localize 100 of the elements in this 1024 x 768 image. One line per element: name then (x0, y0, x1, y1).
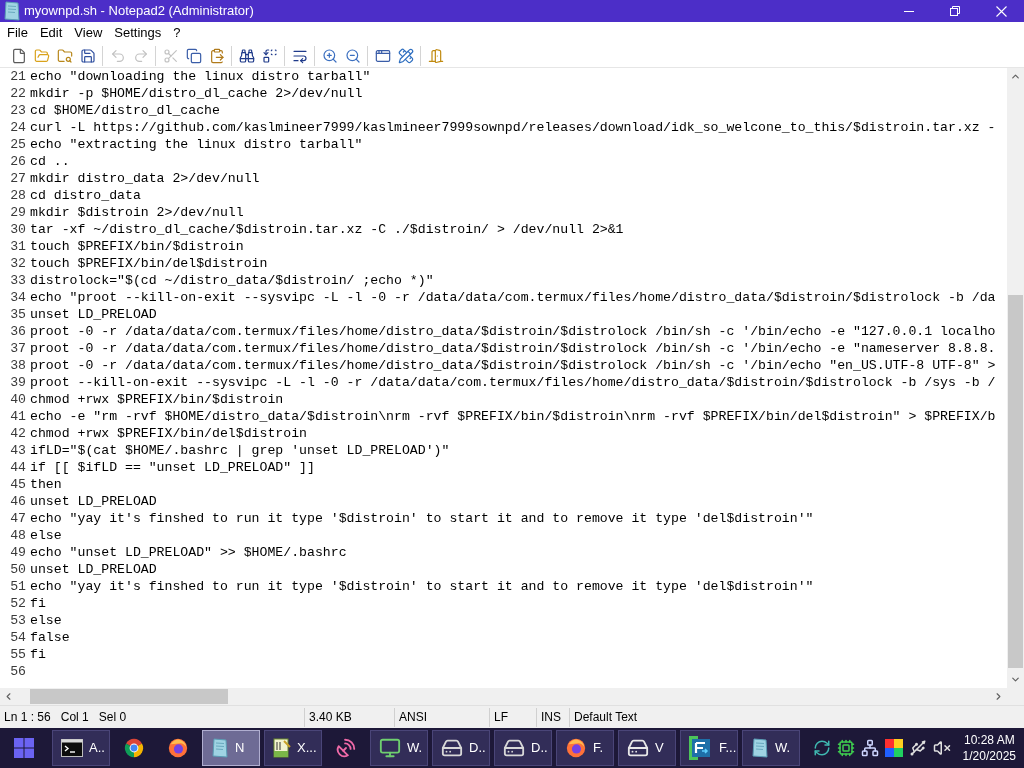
status-text: LF (494, 709, 508, 726)
code-line: echo "downloading the linux distro tarball" (29, 68, 371, 85)
status-text: 3.40 KB (309, 709, 352, 726)
zoom-out-icon (344, 47, 361, 64)
menu-item[interactable]: View (68, 23, 109, 43)
notepad-icon (211, 738, 229, 758)
code-line: echo "extracting the linux distro tarball" (29, 136, 363, 153)
tile-icon (751, 738, 769, 758)
code-line: echo "yay it's finshed to run it type '$distroin' to start it and to remove it type 'del$distroin'" (29, 578, 814, 595)
line-number: 31 (9, 238, 27, 255)
menu-item[interactable]: Settings (108, 23, 168, 43)
arrow-square-icon (689, 736, 713, 760)
cut-icon (162, 47, 179, 64)
code-line: echo -e "rm -rvf $HOME/distro_data/$distroin\nrm -rvf $PREFIX/bin/$distroin\nrm -rvf $PREFIX/bin/del$distroin" > $PREFIX/b (29, 408, 996, 425)
code-line: else (29, 527, 62, 544)
new-file-icon (10, 47, 27, 64)
window-icon (374, 47, 391, 64)
usb-icon[interactable] (908, 739, 927, 757)
line-number: 27 (9, 170, 27, 187)
taskbar-button[interactable]: F... (680, 730, 738, 766)
clock-time: 10:28 AM (963, 732, 1015, 748)
restore-icon (950, 6, 960, 16)
status-text: Col 1 (60, 709, 89, 726)
copy-icon (185, 47, 202, 64)
line-number: 48 (9, 527, 27, 544)
line-number: 32 (9, 255, 27, 272)
exit-door-icon (427, 47, 444, 64)
color-grid-icon[interactable] (884, 739, 903, 757)
caret-down-icon (1010, 674, 1021, 685)
volume-muted-icon[interactable] (932, 739, 951, 757)
line-number: 49 (9, 544, 27, 561)
taskbar-button[interactable]: V (618, 730, 676, 766)
line-number: 40 (9, 391, 27, 408)
replace-icon (261, 47, 278, 64)
taskbar-button[interactable]: N (202, 730, 260, 766)
line-number: 46 (9, 493, 27, 510)
chip-icon[interactable] (836, 739, 855, 757)
network-icon[interactable] (860, 739, 879, 757)
code-line: proot -0 -r /data/data/com.termux/files/home/distro_data/$distroin/$distrolock /bin/sh -c '/bin/echo -e "nameserver 8.8.8. (29, 340, 996, 357)
menu-item[interactable]: Edit (33, 23, 69, 43)
monitor-icon (379, 737, 401, 759)
browser-logo-icon (167, 737, 189, 759)
code-line: mkdir $distroin 2>/dev/null (29, 204, 244, 221)
code-line: fi (29, 595, 46, 612)
line-number: 25 (9, 136, 27, 153)
code-line: then (29, 476, 62, 493)
scrollbar-thumb[interactable] (1008, 295, 1023, 668)
terminal-icon (61, 739, 83, 757)
minimize-icon (904, 10, 914, 12)
open-folder-icon (33, 47, 50, 64)
line-number: 44 (9, 459, 27, 476)
save-icon (79, 47, 96, 64)
code-line: cd distro_data (29, 187, 141, 204)
code-line: proot -0 -r /data/data/com.termux/files/home/distro_data/$distroin/$distrolock /bin/sh -c '/bin/echo "en_US.UTF-8 UTF-8" > (29, 357, 996, 374)
code-line: false (29, 629, 70, 646)
code-line: else (29, 612, 62, 629)
taskbar-button[interactable]: A.. (52, 730, 110, 766)
code-line: unset LD_PRELOAD (29, 493, 157, 510)
taskbar-button[interactable]: W. (742, 730, 800, 766)
drive-icon (441, 737, 463, 759)
paste-icon (208, 47, 225, 64)
line-number: 36 (9, 323, 27, 340)
code-line: if [[ $ifLD == "unset LD_PRELOAD" ]] (29, 459, 315, 476)
line-number: 38 (9, 357, 27, 374)
code-line: echo "proot --kill-on-exit --sysvipc -L -l -0 -r /data/data/com.termux/files/home/distro_data/$distroin/$distrolock -b /da (29, 289, 996, 306)
close-icon (995, 5, 1007, 17)
line-number: 26 (9, 153, 27, 170)
line-number: 41 (9, 408, 27, 425)
scrollbar-thumb[interactable] (30, 689, 228, 704)
code-line: chmod +rwx $PREFIX/bin/del$distroin (29, 425, 307, 442)
code-line: proot -0 -r /data/data/com.termux/files/home/distro_data/$distroin/$distrolock /bin/sh -c '/bin/echo -e "127.0.0.1 localho (29, 323, 996, 340)
line-number: 37 (9, 340, 27, 357)
code-line: unset LD_PRELOAD (29, 561, 157, 578)
code-line: echo "unset LD_PRELOAD" >> $HOME/.bashrc (29, 544, 347, 561)
code-line: proot --kill-on-exit --sysvipc -L -l -0 -r /data/data/com.termux/files/home/distro_data/$distroin/$distrolock -b /sys -b / (29, 374, 996, 391)
menu-item[interactable]: ? (167, 23, 187, 43)
window-title: myownpd.sh - Notepad2 (Administrator) (24, 2, 254, 21)
menu-item[interactable]: File (1, 23, 34, 43)
app-icon (3, 1, 21, 21)
taskbar-button[interactable]: D.. (494, 730, 552, 766)
redo-icon (132, 47, 149, 64)
line-number: 30 (9, 221, 27, 238)
taskbar-button[interactable]: F. (556, 730, 614, 766)
code-line: echo "yay it's finshed to run it type '$distroin' to start it and to remove it type 'del$distroin'" (29, 510, 814, 527)
line-number: 42 (9, 425, 27, 442)
windows-logo-icon (14, 738, 34, 758)
undo-icon (109, 47, 126, 64)
taskbar-button[interactable]: X... (264, 730, 322, 766)
code-line: cd $HOME/distro_dl_cache (29, 102, 220, 119)
line-number: 45 (9, 476, 27, 493)
line-number: 35 (9, 306, 27, 323)
code-line: fi (29, 646, 46, 663)
taskbar-button[interactable]: D.. (432, 730, 490, 766)
sync-icon[interactable] (812, 739, 831, 757)
browser-logo-icon (123, 737, 145, 759)
code-line: tar -xf ~/distro_dl_cache/$distroin.tar.xz -C ./$distroin/ > /dev/null 2>&1 (29, 221, 624, 238)
browser-logo-icon (565, 737, 587, 759)
code-line: distrolock="$(cd ~/distro_data/$distroin/ ;echo *)" (29, 272, 434, 289)
satellite-dish-icon (335, 737, 357, 759)
taskbar-button[interactable]: W. (370, 730, 428, 766)
